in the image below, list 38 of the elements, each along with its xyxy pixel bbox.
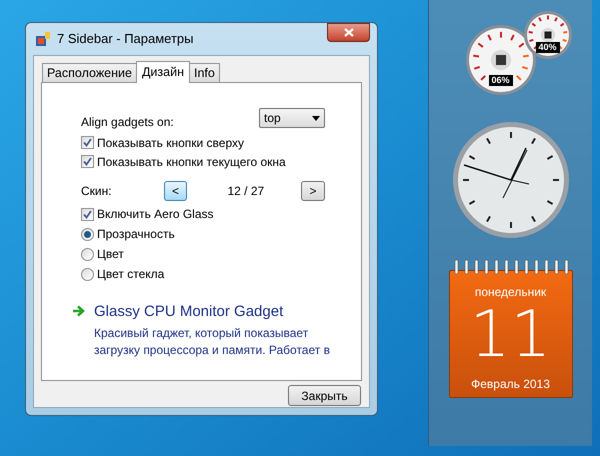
radio-label: Цвет стекла: [97, 266, 164, 283]
app-icon: [35, 31, 51, 47]
gadget-title: Glassy CPU Monitor Gadget: [94, 302, 284, 322]
skin-label: Скин:: [81, 183, 113, 200]
checkbox[interactable]: [81, 208, 94, 220]
checkbox[interactable]: [81, 155, 94, 168]
gadget-description: Красивый гаджет, который показывает загрузку процессора и памяти. Работает в: [94, 324, 331, 358]
arrow-icon: [72, 305, 86, 317]
gauge-reading: 40%: [536, 42, 560, 53]
close-button[interactable]: [327, 23, 370, 42]
checkbox-label: Показывать кнопки текущего окна: [97, 154, 286, 170]
memory-gauge-drawing: [522, 10, 572, 60]
align-dropdown[interactable]: top: [259, 108, 325, 128]
radio-button[interactable]: [81, 228, 94, 240]
calendar-day: 11: [470, 303, 552, 367]
close-icon: [344, 28, 354, 37]
tab[interactable]: Расположение: [42, 63, 137, 82]
next-skin-button[interactable]: >: [301, 181, 325, 201]
checkbox-label: Включить Aero Glass: [97, 206, 214, 223]
radio-button[interactable]: [81, 268, 94, 280]
checkmark-icon: [83, 157, 92, 166]
calendar-weekday: понедельник: [474, 284, 546, 301]
skin-counter: 12 / 27: [227, 183, 266, 200]
radio-label: Цвет: [97, 246, 124, 263]
tab[interactable]: Дизайн: [136, 61, 190, 83]
close-dialog-button[interactable]: Закрыть: [288, 385, 361, 406]
previous-skin-button[interactable]: <: [164, 181, 188, 201]
checkbox[interactable]: [81, 136, 94, 149]
checkmark-icon: [83, 138, 92, 147]
radio-label: Прозрачность: [97, 226, 175, 243]
caret-icon: [312, 116, 320, 120]
radio-button[interactable]: [81, 248, 94, 260]
window-title: 7 Sidebar - Параметры: [57, 30, 194, 48]
checkbox-label: Показывать кнопки сверху: [97, 134, 244, 152]
tab[interactable]: Info: [189, 63, 220, 82]
align-label: Align gadgets on:: [81, 114, 174, 131]
checkmark-icon: [83, 210, 92, 218]
calendar-month-year: Февраль 2013: [471, 376, 550, 393]
